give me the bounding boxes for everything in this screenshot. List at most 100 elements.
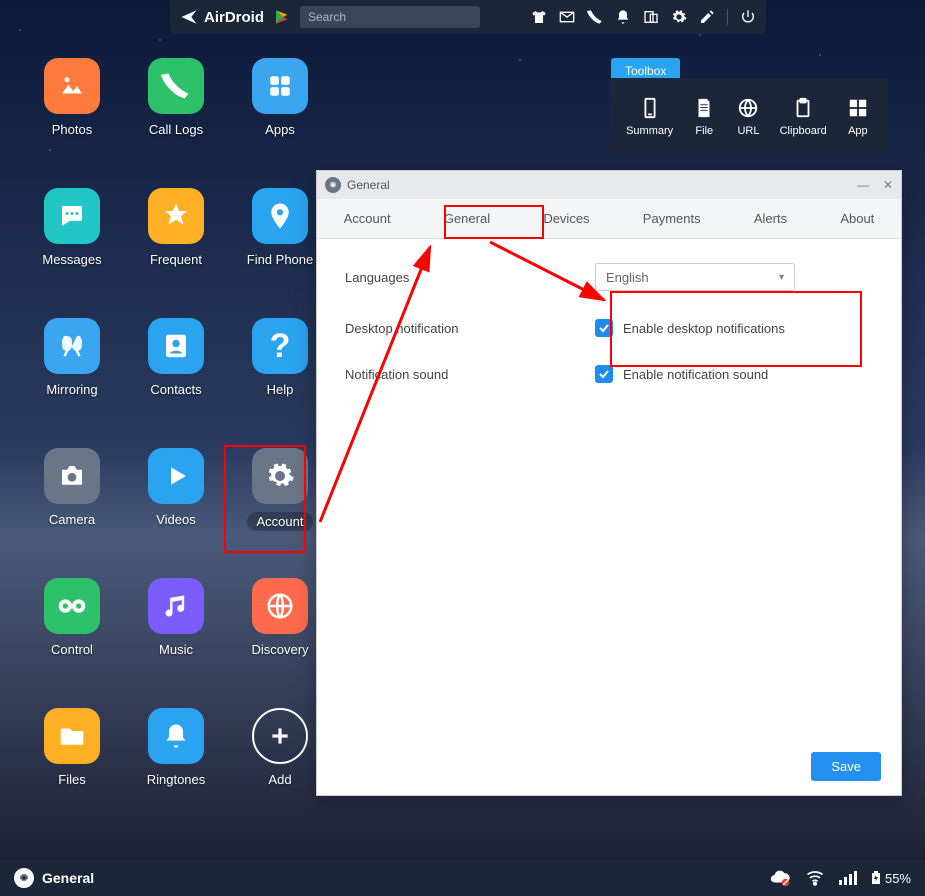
app-contacts[interactable]: Contacts xyxy=(124,318,228,448)
app-label: Add xyxy=(268,772,291,787)
gear-icon[interactable] xyxy=(671,9,687,25)
toolbox-item-label: Summary xyxy=(626,125,673,137)
wifi-icon[interactable] xyxy=(805,867,825,890)
mail-icon[interactable] xyxy=(559,9,575,25)
toolbox-clipboard[interactable]: Clipboard xyxy=(780,95,827,137)
call-logs-icon xyxy=(148,58,204,114)
gear-icon xyxy=(325,177,341,193)
app-videos[interactable]: Videos xyxy=(124,448,228,578)
play-store-icon[interactable] xyxy=(272,7,292,27)
app-mirroring[interactable]: Mirroring xyxy=(20,318,124,448)
app-label: Photos xyxy=(52,122,92,137)
photos-icon xyxy=(44,58,100,114)
app-label: Messages xyxy=(42,252,101,267)
contacts-icon xyxy=(148,318,204,374)
brand-label: AirDroid xyxy=(204,9,264,26)
account-gear-icon xyxy=(252,448,308,504)
app-files[interactable]: Files xyxy=(20,708,124,838)
help-icon: ? xyxy=(252,318,308,374)
settings-window: General — ✕ Account General Devices Paym… xyxy=(316,170,902,796)
find-phone-icon xyxy=(252,188,308,244)
edit-icon[interactable] xyxy=(699,9,715,25)
add-icon xyxy=(252,708,308,764)
app-label: Apps xyxy=(265,122,295,137)
toolbox-file[interactable]: File xyxy=(691,95,717,137)
cloud-icon[interactable] xyxy=(769,866,791,891)
app-label: Frequent xyxy=(150,252,202,267)
battery-status: 55% xyxy=(871,871,911,886)
paper-plane-icon xyxy=(180,8,198,26)
frequent-icon xyxy=(148,188,204,244)
gear-icon[interactable] xyxy=(14,868,34,888)
notification-sound-checkbox[interactable] xyxy=(595,365,613,383)
toolbox-app[interactable]: App xyxy=(845,95,871,137)
app-label: Account xyxy=(247,512,314,531)
app-label: Files xyxy=(58,772,85,787)
file-icon xyxy=(691,95,717,121)
save-button[interactable]: Save xyxy=(811,752,881,781)
videos-icon xyxy=(148,448,204,504)
bottombar: General 55% xyxy=(0,860,925,896)
bell-icon[interactable] xyxy=(615,9,631,25)
tshirt-icon[interactable] xyxy=(531,9,547,25)
messages-icon xyxy=(44,188,100,244)
app-camera[interactable]: Camera xyxy=(20,448,124,578)
desktop-notification-checkbox[interactable] xyxy=(595,319,613,337)
app-label: Music xyxy=(159,642,193,657)
app-label: Contacts xyxy=(150,382,201,397)
divider xyxy=(727,9,728,25)
close-icon[interactable]: ✕ xyxy=(883,178,893,192)
app-label: Videos xyxy=(156,512,196,527)
languages-label: Languages xyxy=(345,270,595,285)
app-label: Discovery xyxy=(251,642,308,657)
app-grid-icon xyxy=(845,95,871,121)
app-label: Find Phone xyxy=(247,252,314,267)
topbar: AirDroid Search xyxy=(170,0,766,34)
toolbox-panel: Summary File URL Clipboard App xyxy=(609,78,888,154)
minimize-icon[interactable]: — xyxy=(857,178,869,192)
brand: AirDroid xyxy=(180,8,264,26)
topbar-icons xyxy=(531,9,756,25)
globe-icon xyxy=(735,95,761,121)
app-music[interactable]: Music xyxy=(124,578,228,708)
phone-icon[interactable] xyxy=(587,9,603,25)
devices-icon[interactable] xyxy=(643,9,659,25)
power-icon[interactable] xyxy=(740,9,756,25)
app-apps[interactable]: Apps xyxy=(228,58,332,188)
toolbox-item-label: File xyxy=(695,125,713,137)
apps-icon xyxy=(252,58,308,114)
tab-general[interactable]: General xyxy=(430,205,504,232)
app-control[interactable]: Control xyxy=(20,578,124,708)
settings-body: Languages English Desktop notification E… xyxy=(317,239,901,795)
bottombar-label[interactable]: General xyxy=(42,870,94,886)
search-input[interactable]: Search xyxy=(300,6,480,28)
app-label: Ringtones xyxy=(147,772,206,787)
tab-devices[interactable]: Devices xyxy=(529,205,603,232)
app-call-logs[interactable]: Call Logs xyxy=(124,58,228,188)
app-label: Mirroring xyxy=(46,382,97,397)
desktop-notification-label: Desktop notification xyxy=(345,321,595,336)
app-label: Control xyxy=(51,642,93,657)
toolbox-url[interactable]: URL xyxy=(735,95,761,137)
toolbox-item-label: Clipboard xyxy=(780,125,827,137)
battery-label: 55% xyxy=(885,871,911,886)
signal-icon xyxy=(839,871,857,885)
tab-payments[interactable]: Payments xyxy=(629,205,715,232)
battery-icon xyxy=(871,871,881,885)
mirroring-icon xyxy=(44,318,100,374)
search-placeholder: Search xyxy=(308,10,346,24)
phone-device-icon xyxy=(637,95,663,121)
toolbox-summary[interactable]: Summary xyxy=(626,95,673,137)
app-photos[interactable]: Photos xyxy=(20,58,124,188)
tab-alerts[interactable]: Alerts xyxy=(740,205,801,232)
checkbox-label: Enable desktop notifications xyxy=(623,321,785,336)
tab-account[interactable]: Account xyxy=(330,205,405,232)
camera-icon xyxy=(44,448,100,504)
toolbox-item-label: App xyxy=(848,125,868,137)
app-ringtones[interactable]: Ringtones xyxy=(124,708,228,838)
window-titlebar[interactable]: General — ✕ xyxy=(317,171,901,199)
languages-select[interactable]: English xyxy=(595,263,795,291)
app-messages[interactable]: Messages xyxy=(20,188,124,318)
tab-about[interactable]: About xyxy=(826,205,888,232)
app-frequent[interactable]: Frequent xyxy=(124,188,228,318)
